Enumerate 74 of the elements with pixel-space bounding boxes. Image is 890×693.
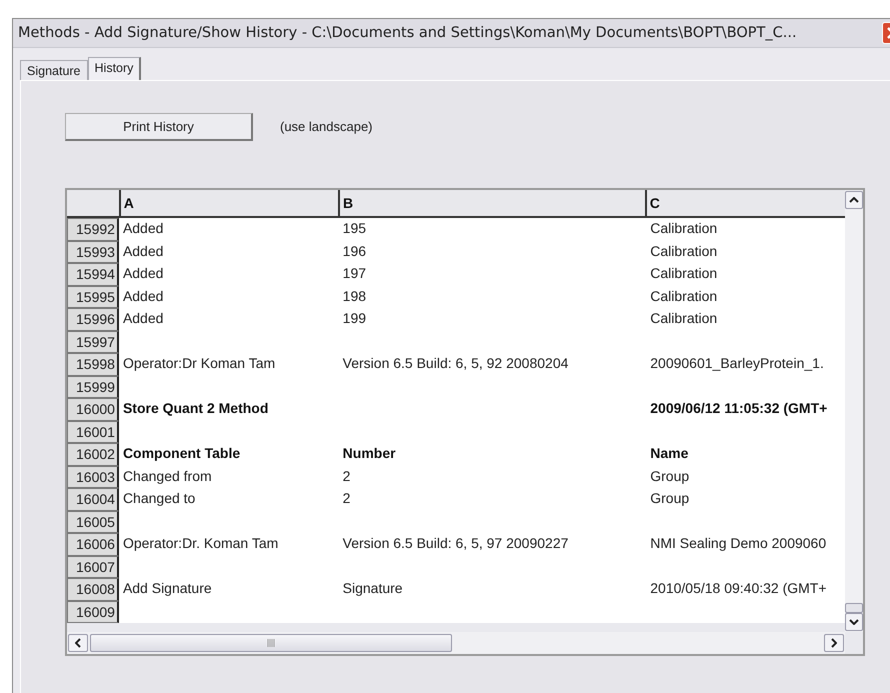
table-cell: Calibration xyxy=(650,242,718,258)
chevron-up-icon xyxy=(849,197,859,203)
table-cell: Version 6.5 Build: 6, 5, 97 20090227 xyxy=(342,535,568,551)
column-header[interactable]: B xyxy=(340,190,647,216)
scroll-thumb[interactable] xyxy=(845,603,863,613)
horizontal-scrollbar[interactable] xyxy=(67,632,845,654)
table-cell: Added xyxy=(122,310,164,326)
scroll-right-button[interactable] xyxy=(824,634,844,652)
table-cell: 2 xyxy=(342,490,350,506)
row-number[interactable]: 15992 xyxy=(67,218,119,240)
table-cell: Added xyxy=(122,288,164,304)
chevron-right-icon xyxy=(831,638,837,648)
table-cell: 2010/05/18 09:40:32 (GMT+ xyxy=(650,580,827,596)
row-number[interactable]: 16008 xyxy=(67,578,119,600)
row-number[interactable]: 16005 xyxy=(67,510,119,533)
table-cell: Added xyxy=(122,265,164,281)
print-history-button[interactable]: Print History xyxy=(65,113,253,141)
row-number[interactable]: 16003 xyxy=(67,466,119,488)
table-cell: Signature xyxy=(342,580,403,596)
row-number[interactable]: 15999 xyxy=(67,376,119,398)
table-cell: Changed from xyxy=(122,468,212,484)
scroll-left-button[interactable] xyxy=(68,634,88,652)
table-cell: 20090601_BarleyProtein_1. xyxy=(650,355,824,371)
chevron-left-icon xyxy=(75,638,81,648)
table-cell: Changed to xyxy=(122,490,196,506)
table-cell: Version 6.5 Build: 6, 5, 92 20080204 xyxy=(342,355,568,371)
scroll-down-button[interactable] xyxy=(845,613,863,631)
column-header[interactable]: C xyxy=(646,190,845,216)
table-cell: Add Signature xyxy=(122,580,212,596)
row-number[interactable]: 15994 xyxy=(67,263,119,286)
table-cell: Calibration xyxy=(650,310,718,326)
scroll-thumb[interactable] xyxy=(90,634,452,652)
table-cell: 195 xyxy=(342,220,366,236)
table-cell: Operator:Dr Koman Tam xyxy=(122,355,276,371)
row-number[interactable]: 16004 xyxy=(67,488,119,510)
landscape-note: (use landscape) xyxy=(280,118,372,134)
table-cell: Component Table xyxy=(122,445,240,461)
vertical-scrollbar[interactable] xyxy=(845,190,863,632)
table-cell: Added xyxy=(122,242,164,258)
table-cell: 198 xyxy=(342,288,366,304)
tab[interactable]: Signature xyxy=(20,60,88,80)
grip-icon xyxy=(267,639,275,647)
row-number[interactable]: 15997 xyxy=(67,330,119,353)
table-cell: Operator:Dr. Koman Tam xyxy=(122,535,278,551)
row-number[interactable]: 16000 xyxy=(67,398,119,420)
table-cell: Name xyxy=(650,445,688,461)
table-cell: Store Quant 2 Method xyxy=(122,400,268,416)
row-number[interactable]: 16001 xyxy=(67,420,119,443)
row-number[interactable]: 16002 xyxy=(67,443,119,466)
table-cell: Group xyxy=(650,468,690,484)
table-cell: 2 xyxy=(342,468,350,484)
window-title: Methods - Add Signature/Show History - C:\Documents and Settings\Koman\My Documents\BOPT\BOPT_C... xyxy=(18,25,797,41)
tab[interactable]: History xyxy=(88,57,142,80)
table-cell: Added xyxy=(122,220,164,236)
column-header[interactable]: A xyxy=(120,190,340,216)
row-number[interactable]: 15993 xyxy=(67,240,119,263)
chevron-down-icon xyxy=(849,619,859,625)
row-number[interactable]: 16009 xyxy=(67,600,119,623)
table-cell: Group xyxy=(650,490,690,506)
table-cell: Calibration xyxy=(650,288,718,304)
table-cell: Calibration xyxy=(650,265,718,281)
row-number[interactable]: 16006 xyxy=(67,533,119,556)
table-cell: Calibration xyxy=(650,220,718,236)
scroll-up-button[interactable] xyxy=(845,191,863,209)
table-cell: Number xyxy=(342,445,396,461)
table-cell: 2009/06/12 11:05:32 (GMT+ xyxy=(650,400,828,416)
row-number[interactable]: 15995 xyxy=(67,286,119,308)
table-cell: 199 xyxy=(342,310,366,326)
row-number[interactable]: 16007 xyxy=(67,556,119,578)
table-cell: 197 xyxy=(342,265,366,281)
table-cell: 196 xyxy=(342,242,366,258)
row-number[interactable]: 15996 xyxy=(67,308,119,330)
table-cell: NMI Sealing Demo 2009060 xyxy=(650,535,826,551)
row-number[interactable]: 15998 xyxy=(67,353,119,376)
